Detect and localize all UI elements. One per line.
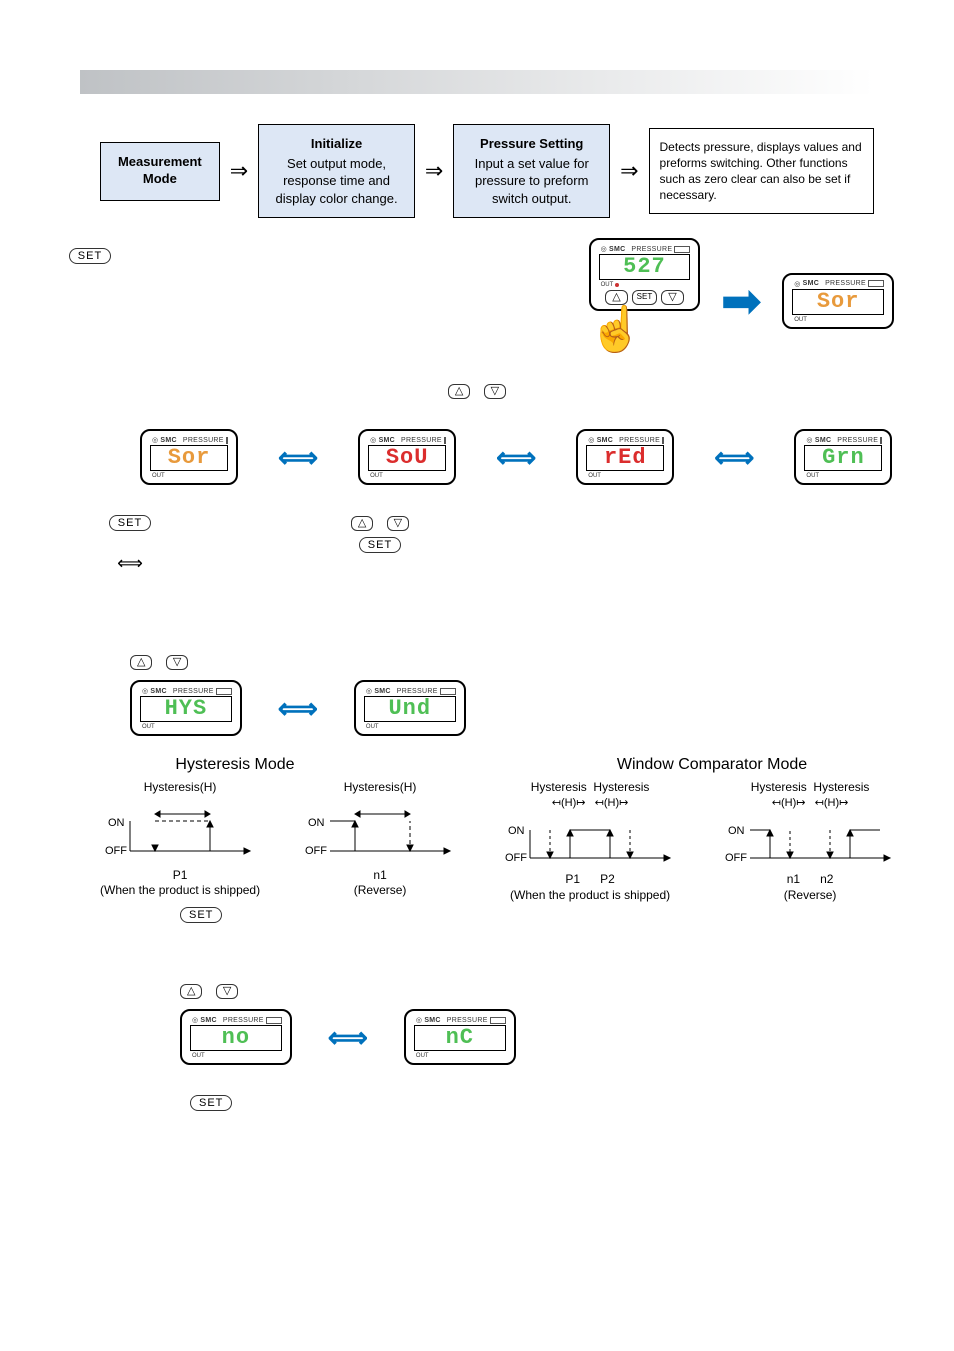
svg-text:OFF: OFF xyxy=(725,852,747,864)
svg-text:ON: ON xyxy=(308,817,325,829)
down-button-icon[interactable]: ▽ xyxy=(661,290,683,305)
double-arrow-icon: ⟺ xyxy=(714,441,754,474)
flow-box-initialize: Initialize Set output mode, response tim… xyxy=(258,124,415,218)
down-button-icon[interactable]: ▽ xyxy=(484,384,506,399)
lcd-display: nC xyxy=(414,1025,506,1051)
hysteresis-mode-title: Hysteresis Mode xyxy=(0,756,470,774)
setup-flow-row: Measurement Mode Initialize Set output m… xyxy=(0,124,954,218)
down-button-icon[interactable]: ▽ xyxy=(166,655,188,670)
lcd-display: 527 xyxy=(599,254,691,280)
device-display-grn: ◎SMC PRESSURE Grn OUT xyxy=(794,429,892,485)
arrow-right-icon xyxy=(425,158,443,184)
lcd-display: no xyxy=(190,1025,282,1051)
out-label: OUT xyxy=(601,282,614,288)
svg-text:ON: ON xyxy=(728,825,745,837)
up-button-icon[interactable]: △ xyxy=(351,516,373,531)
double-arrow-small-icon: ⟺ xyxy=(117,553,143,573)
flow-title: Pressure Setting xyxy=(462,135,601,153)
flow-box-measurement-mode: Measurement Mode xyxy=(100,142,220,201)
down-button-icon[interactable]: ▽ xyxy=(216,984,238,999)
double-arrow-icon: ⟺ xyxy=(278,441,318,474)
lcd-display: Sor xyxy=(150,445,228,471)
flow-body: Set output mode, response time and displ… xyxy=(275,156,397,206)
set-button-small[interactable]: SET xyxy=(632,290,658,305)
svg-text:OFF: OFF xyxy=(505,852,527,864)
double-arrow-icon: ⟺ xyxy=(328,1021,368,1054)
down-button-icon[interactable]: ▽ xyxy=(387,516,409,531)
device-display-nc: ◎SMC PRESSURE nC OUT xyxy=(404,1009,516,1065)
up-button-icon[interactable]: △ xyxy=(130,655,152,670)
arrow-right-icon xyxy=(620,158,638,184)
device-display-no: ◎SMC PRESSURE no OUT xyxy=(180,1009,292,1065)
graph-hysteresis-p1: Hysteresis(H) ON OFF xyxy=(100,780,260,899)
lcd-display: HYS xyxy=(140,696,232,722)
device-brand: SMC xyxy=(609,246,625,253)
flow-title: Initialize xyxy=(267,135,406,153)
flow-body: Detects pressure, displays values and pr… xyxy=(660,140,862,203)
arrow-right-icon xyxy=(230,158,248,184)
hand-pointing-icon: ☝ xyxy=(589,305,644,354)
lcd-display: Grn xyxy=(804,445,882,471)
gradient-title-bar xyxy=(80,70,874,94)
device-display-und: ◎SMC PRESSURE Und OUT xyxy=(354,680,466,736)
svg-text:OFF: OFF xyxy=(305,845,327,857)
flow-box-detect-note: Detects pressure, displays values and pr… xyxy=(649,128,874,215)
set-button[interactable]: SET xyxy=(109,515,151,531)
graph-window-n1n2: Hysteresis Hysteresis ↤(H)↦ ↤(H)↦ xyxy=(720,780,900,903)
flow-body: Input a set value for pressure to prefor… xyxy=(475,156,589,206)
device-display-sor: ◎SMC PRESSURE Sor OUT xyxy=(782,273,894,329)
up-button-icon[interactable]: △ xyxy=(448,384,470,399)
set-button[interactable]: SET xyxy=(190,1095,232,1111)
big-arrow-right-icon: ➡ xyxy=(720,276,762,326)
up-button-icon[interactable]: △ xyxy=(180,984,202,999)
double-arrow-icon: ⟺ xyxy=(278,692,318,725)
flow-box-pressure-setting: Pressure Setting Input a set value for p… xyxy=(453,124,610,218)
graph-hysteresis-n1: Hysteresis(H) ON OFF n1 xyxy=(300,780,460,899)
device-display-red: ◎SMC PRESSURE rEd OUT xyxy=(576,429,674,485)
device-display-sor: ◎SMC PRESSURE Sor OUT xyxy=(140,429,238,485)
window-comparator-mode-title: Window Comparator Mode xyxy=(470,756,954,774)
lcd-display: rEd xyxy=(586,445,664,471)
device-display-sou: ◎SMC PRESSURE SoU OUT xyxy=(358,429,456,485)
set-button[interactable]: SET xyxy=(180,907,222,923)
device-label: PRESSURE xyxy=(631,246,672,253)
lcd-display: SoU xyxy=(368,445,446,471)
set-button[interactable]: SET xyxy=(359,537,401,553)
svg-text:OFF: OFF xyxy=(105,845,127,857)
double-arrow-icon: ⟺ xyxy=(496,441,536,474)
svg-text:ON: ON xyxy=(508,825,525,837)
device-display-hys: ◎SMC PRESSURE HYS OUT xyxy=(130,680,242,736)
svg-text:ON: ON xyxy=(108,817,125,829)
lcd-display: Und xyxy=(364,696,456,722)
device-with-hand: ◎SMC PRESSURE 527 OUT △ SET ▽ ☝ xyxy=(589,238,701,363)
flow-title: Measurement Mode xyxy=(109,153,211,188)
up-button-icon[interactable]: △ xyxy=(605,290,627,305)
graph-window-p1p2: Hysteresis Hysteresis ↤(H)↦ ↤(H)↦ xyxy=(500,780,680,903)
set-button[interactable]: SET xyxy=(69,248,111,264)
lcd-display: Sor xyxy=(792,289,884,315)
